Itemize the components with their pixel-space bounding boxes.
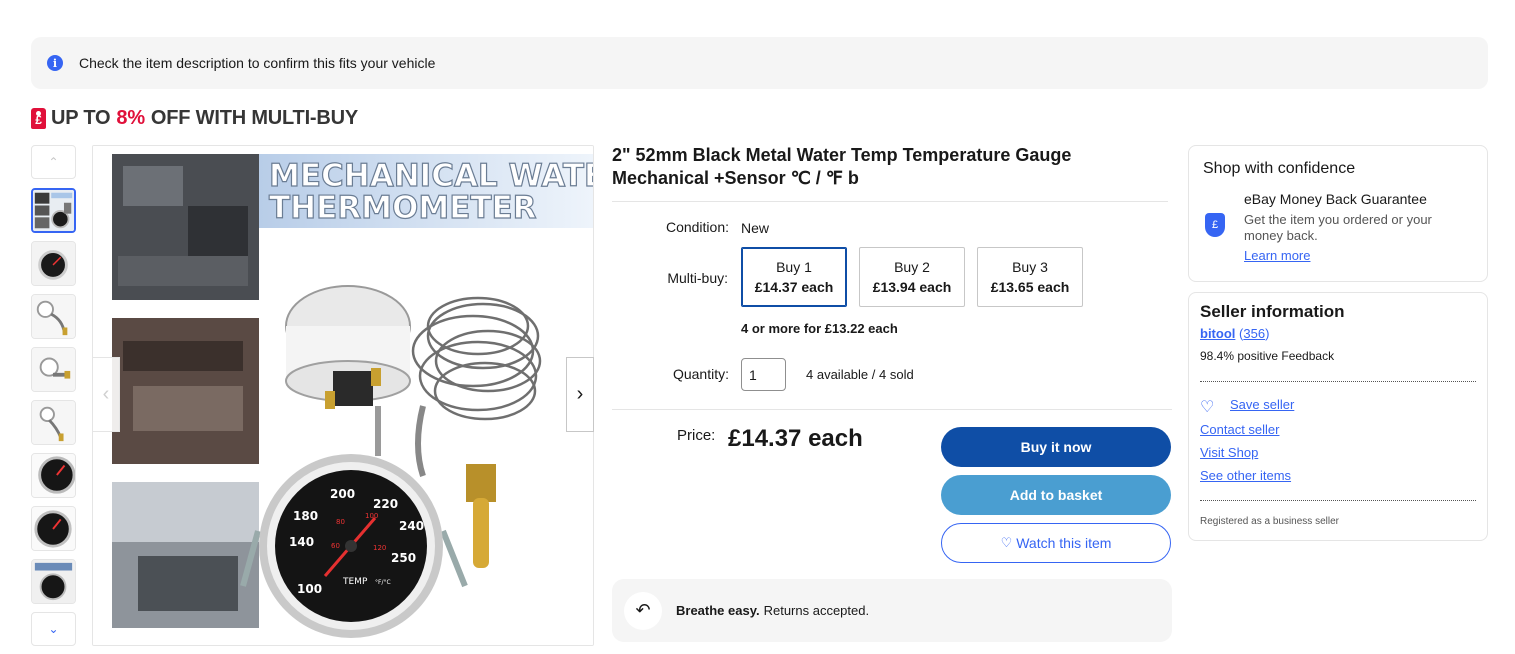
gauge-unit: °F/°C xyxy=(375,579,391,586)
multibuy-label: Multi-buy: xyxy=(667,270,728,286)
multi-buy-promo: £ UP TO 8% OFF WITH MULTI-BUY xyxy=(31,104,358,132)
guarantee-description: Get the item you ordered or your money b… xyxy=(1244,212,1432,243)
see-other-items-link[interactable]: See other items xyxy=(1200,468,1291,483)
condition-value: New xyxy=(741,220,770,236)
gauge-product-photo: MECHANICAL WATER THERMOMETER 100 140 180… xyxy=(93,146,594,645)
gauge-inner-tick-60: 60 xyxy=(331,542,340,550)
chevron-right-icon: › xyxy=(576,383,584,405)
availability-text: 4 available / 4 sold xyxy=(806,367,914,382)
thumbnail-strip: ⌃ ⌄ xyxy=(31,145,76,646)
product-title: 2" 52mm Black Metal Water Temp Temperatu… xyxy=(612,145,1072,188)
guarantee-title: eBay Money Back Guarantee xyxy=(1244,191,1427,207)
multibuy-option-price: £13.65 each xyxy=(990,279,1070,295)
gauge-inner-tick-80: 80 xyxy=(336,518,345,526)
chevron-left-icon: ‹ xyxy=(102,383,110,405)
promo-percent: 8% xyxy=(116,106,145,129)
returns-text: Returns accepted. xyxy=(763,603,870,618)
price-tag-icon: £ xyxy=(31,107,46,129)
gauge-tick-200: 200 xyxy=(330,487,355,501)
gauge-tick-250: 250 xyxy=(391,551,416,565)
fitment-banner-text: Check the item description to confirm th… xyxy=(79,55,436,71)
thumbnail-8[interactable] xyxy=(31,559,76,604)
fitment-banner: i Check the item description to confirm … xyxy=(31,37,1488,89)
contact-seller-link[interactable]: Contact seller xyxy=(1200,422,1279,437)
seller-name-link[interactable]: bitool xyxy=(1200,326,1235,341)
save-seller-link[interactable]: Save seller xyxy=(1230,397,1294,412)
watch-item-button[interactable]: ♡ Watch this item xyxy=(941,523,1171,563)
add-to-basket-button[interactable]: Add to basket xyxy=(941,475,1171,515)
thumbnail-6[interactable] xyxy=(31,453,76,498)
return-arrow-icon: ↶ xyxy=(624,591,662,630)
thumbnail-4[interactable] xyxy=(31,347,76,392)
multibuy-option-2[interactable]: Buy 2 £13.94 each xyxy=(859,247,965,307)
gauge-inner-tick-100: 100 xyxy=(365,512,378,520)
seller-divider-bottom xyxy=(1200,500,1476,501)
quantity-label: Quantity: xyxy=(672,366,729,382)
learn-more-link[interactable]: Learn more xyxy=(1244,248,1310,263)
image-prev-button[interactable]: ‹ xyxy=(92,357,120,432)
returns-banner: ↶ Breathe easy. Returns accepted. xyxy=(612,579,1172,642)
shield-icon: £ xyxy=(1205,213,1225,237)
seller-information-card: Seller information bitool (356) 98.4% po… xyxy=(1188,292,1488,541)
seller-name-line: bitool (356) xyxy=(1200,326,1269,341)
thumbnail-3[interactable] xyxy=(31,294,76,339)
multibuy-option-3[interactable]: Buy 3 £13.65 each xyxy=(977,247,1083,307)
image-banner-line-1: MECHANICAL WATER xyxy=(269,158,594,194)
main-product-image[interactable]: MECHANICAL WATER THERMOMETER 100 140 180… xyxy=(92,145,594,646)
multibuy-option-qty: Buy 3 xyxy=(1012,259,1048,275)
thumbnail-scroll-down-button[interactable]: ⌄ xyxy=(31,612,76,646)
seller-divider-top xyxy=(1200,381,1476,382)
visit-shop-link[interactable]: Visit Shop xyxy=(1200,445,1258,460)
shop-with-confidence-card: Shop with confidence £ eBay Money Back G… xyxy=(1188,145,1488,282)
thumbnail-2[interactable] xyxy=(31,241,76,286)
image-banner-line-2: THERMOMETER xyxy=(269,190,537,226)
thumbnail-5[interactable] xyxy=(31,400,76,445)
chevron-up-icon: ⌃ xyxy=(48,155,59,169)
image-next-button[interactable]: › xyxy=(566,357,594,432)
heart-icon: ♡ xyxy=(1000,535,1013,550)
title-divider xyxy=(612,201,1168,202)
heart-outline-icon: ♡ xyxy=(1200,399,1215,416)
watch-item-label: Watch this item xyxy=(1016,535,1112,551)
quantity-input[interactable]: 1 xyxy=(741,358,786,391)
multibuy-option-price: £13.94 each xyxy=(872,279,952,295)
seller-feedback-count-wrap: (356) xyxy=(1239,326,1270,341)
returns-bold-text: Breathe easy. xyxy=(676,603,760,618)
gauge-tick-220: 220 xyxy=(373,497,398,511)
gauge-tick-140: 140 xyxy=(289,535,314,549)
thumbnail-7[interactable] xyxy=(31,506,76,551)
promo-prefix: UP TO xyxy=(51,106,111,129)
multibuy-more-note: 4 or more for £13.22 each xyxy=(741,321,898,336)
gauge-label: TEMP xyxy=(342,577,368,587)
seller-feedback-percent: 98.4% positive Feedback xyxy=(1200,349,1335,363)
price-label: Price: xyxy=(677,427,716,444)
multibuy-option-1[interactable]: Buy 1 £14.37 each xyxy=(741,247,847,307)
gauge-inner-tick-120: 120 xyxy=(373,544,386,552)
thumbnail-scroll-up-button[interactable]: ⌃ xyxy=(31,145,76,179)
seller-feedback-count[interactable]: 356 xyxy=(1243,326,1265,341)
promo-suffix: OFF WITH MULTI-BUY xyxy=(150,106,359,129)
gauge-tick-100: 100 xyxy=(297,582,322,596)
business-seller-note: Registered as a business seller xyxy=(1200,516,1339,527)
gauge-tick-180: 180 xyxy=(293,509,318,523)
condition-label: Condition: xyxy=(665,219,729,235)
buy-it-now-button[interactable]: Buy it now xyxy=(941,427,1171,467)
confidence-heading: Shop with confidence xyxy=(1203,160,1356,177)
seller-heading: Seller information xyxy=(1200,302,1345,321)
info-icon: i xyxy=(47,55,63,71)
thumbnail-1[interactable] xyxy=(31,188,76,233)
multibuy-option-price: £14.37 each xyxy=(754,279,834,295)
chevron-down-icon: ⌄ xyxy=(48,622,59,636)
price-value: £14.37 each xyxy=(728,425,863,452)
multibuy-option-qty: Buy 1 xyxy=(776,259,812,275)
multibuy-option-qty: Buy 2 xyxy=(894,259,930,275)
quantity-divider xyxy=(612,409,1172,410)
gauge-tick-240: 240 xyxy=(399,519,424,533)
